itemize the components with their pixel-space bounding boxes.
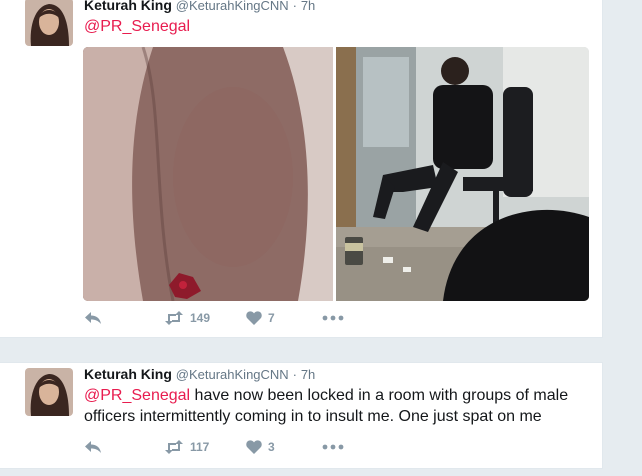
more-button[interactable] (322, 311, 344, 325)
like-icon (246, 311, 262, 325)
tweet-header: Keturah King @KeturahKingCNN · 7h (84, 366, 315, 382)
photo-room[interactable] (336, 47, 589, 301)
like-button[interactable]: 7 (246, 311, 275, 325)
reply-button[interactable] (84, 311, 102, 325)
tweet-card[interactable]: Keturah King @KeturahKingCNN · 7h @PR_Se… (0, 362, 603, 469)
retweet-icon (165, 440, 183, 454)
reply-button[interactable] (84, 440, 102, 454)
timestamp[interactable]: 7h (301, 367, 315, 382)
more-icon (322, 315, 344, 321)
separator: · (292, 367, 297, 382)
mention-link[interactable]: @PR_Senegal (84, 18, 190, 35)
avatar[interactable] (25, 368, 73, 416)
retweet-button[interactable]: 117 (164, 440, 209, 454)
reply-icon (85, 312, 101, 324)
separator: · (292, 0, 297, 13)
avatar[interactable] (25, 0, 73, 46)
timestamp[interactable]: 7h (301, 0, 315, 13)
tweet-text: @PR_Senegal have now been locked in a ro… (84, 385, 589, 427)
tweet-card[interactable]: Keturah King @KeturahKingCNN · 7h @PR_Se… (0, 0, 603, 338)
media-grid (83, 47, 589, 301)
tweet-media[interactable] (83, 47, 589, 301)
like-icon (246, 440, 262, 454)
mention-link[interactable]: @PR_Senegal (84, 387, 190, 404)
photo-arm[interactable] (83, 47, 333, 301)
reply-icon (85, 441, 101, 453)
retweet-count: 149 (190, 311, 211, 325)
retweet-icon (165, 311, 183, 325)
tweet-text: @PR_Senegal (84, 16, 589, 37)
like-button[interactable]: 3 (246, 440, 275, 454)
tweet-header: Keturah King @KeturahKingCNN · 7h (84, 0, 315, 13)
like-count: 7 (268, 311, 275, 325)
more-icon (322, 444, 344, 450)
author-handle[interactable]: @KeturahKingCNN (176, 367, 289, 382)
like-count: 3 (268, 440, 275, 454)
author-name[interactable]: Keturah King (84, 0, 172, 13)
author-handle[interactable]: @KeturahKingCNN (176, 0, 289, 13)
retweet-button[interactable]: 149 (164, 311, 210, 325)
retweet-count: 117 (190, 440, 210, 454)
more-button[interactable] (322, 440, 344, 454)
author-name[interactable]: Keturah King (84, 366, 172, 382)
